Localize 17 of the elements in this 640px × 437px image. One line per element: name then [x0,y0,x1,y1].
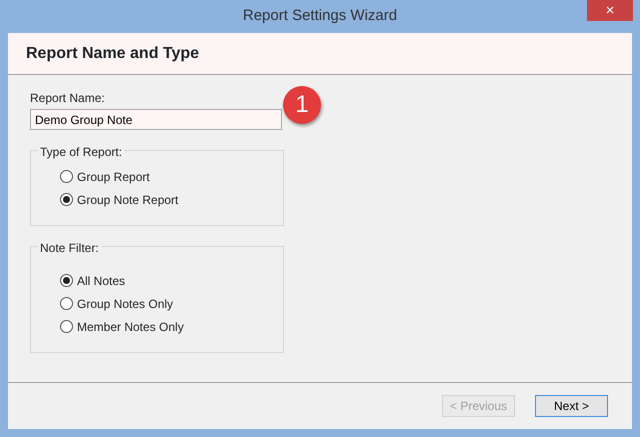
radio-button[interactable] [60,274,73,287]
next-button[interactable]: Next > [535,395,608,417]
radio-button[interactable] [60,193,73,206]
window-title: Report Settings Wizard [242,6,398,26]
radio-button[interactable] [60,297,73,310]
radio-label[interactable]: Group Notes Only [77,294,174,312]
radio-label[interactable]: Group Report [77,168,150,186]
close-button[interactable]: × [587,0,633,21]
report-name-field[interactable]: Demo Group Note [30,109,282,130]
step-badge: 1 [283,86,321,124]
field-label: Report Name: [30,90,105,107]
radio-label[interactable]: Member Notes Only [77,318,184,336]
radio-button[interactable] [60,170,73,183]
radio-label[interactable]: All Notes [77,272,126,290]
page-heading: Report Name and Type [26,44,200,64]
radio-button[interactable] [60,320,73,333]
radio-label[interactable]: Group Note Report [77,190,178,208]
